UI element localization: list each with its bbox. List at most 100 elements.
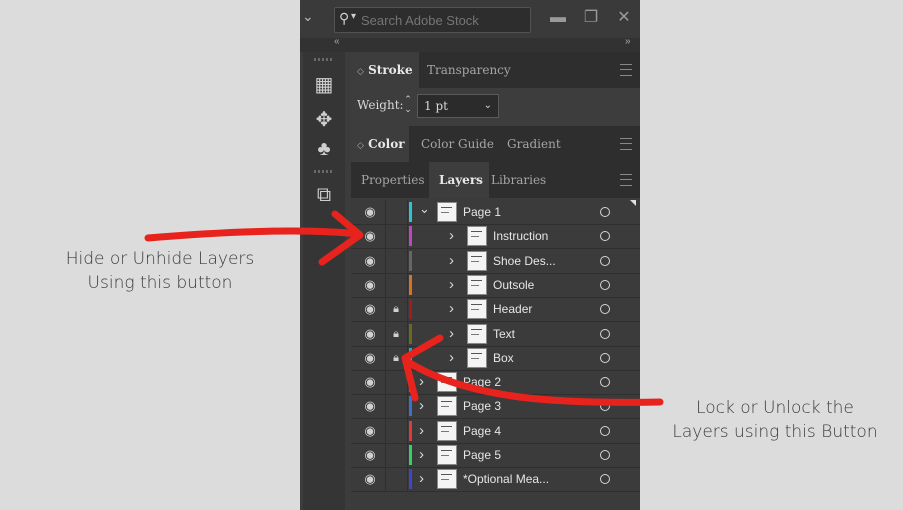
weight-stepper[interactable]: ⌃ ⌄: [402, 94, 414, 116]
chevron-down-icon[interactable]: ▾: [351, 11, 356, 22]
restore-button[interactable]: ❐: [577, 7, 605, 29]
lock-cell[interactable]: [385, 370, 408, 395]
layer-name[interactable]: Shoe Des...: [493, 254, 556, 268]
target-circle-icon[interactable]: [600, 450, 610, 460]
target-circle-icon[interactable]: [600, 304, 610, 315]
tab-color-guide[interactable]: Color Guide: [415, 126, 499, 162]
eye-icon[interactable]: ◉: [363, 399, 377, 413]
lock-cell[interactable]: [385, 200, 408, 224]
chevron-right-icon[interactable]: ›: [449, 276, 454, 293]
lock-cell[interactable]: [385, 467, 408, 492]
layer-row[interactable]: ◉ 🔒︎ › Text: [351, 321, 640, 347]
eye-icon[interactable]: ◉: [363, 302, 377, 316]
brushes-icon[interactable]: ✥: [311, 107, 337, 133]
eye-icon[interactable]: ◉: [363, 472, 377, 486]
layer-row[interactable]: ◉ ⌄ Page 1: [351, 200, 640, 225]
chevron-right-icon[interactable]: ›: [419, 373, 424, 390]
panel-menu-icon[interactable]: [620, 138, 632, 150]
drag-grip[interactable]: [314, 58, 334, 61]
visibility-cell[interactable]: ◉: [351, 467, 386, 492]
lock-cell[interactable]: [385, 443, 408, 467]
close-button[interactable]: ✕: [610, 7, 638, 29]
eye-icon[interactable]: ◉: [363, 253, 377, 268]
layer-row[interactable]: ◉ › Page 2: [351, 370, 640, 396]
chevron-down-icon[interactable]: ⌄: [419, 201, 430, 217]
eye-icon[interactable]: ◉: [363, 448, 377, 462]
target-circle-icon[interactable]: [600, 352, 610, 363]
visibility-cell[interactable]: ◉: [351, 345, 386, 370]
lock-cell[interactable]: [385, 224, 408, 249]
lock-cell[interactable]: [385, 418, 408, 443]
lock-cell[interactable]: 🔒︎: [385, 297, 408, 322]
layer-name[interactable]: Box: [493, 351, 514, 365]
lock-cell[interactable]: [385, 248, 408, 273]
layer-row[interactable]: ◉ 🔒︎ › Header: [351, 297, 640, 323]
tab-layers[interactable]: Layers: [429, 162, 489, 198]
target-circle-icon[interactable]: [600, 255, 610, 266]
layer-row[interactable]: ◉ › *Optional Mea...: [351, 467, 640, 493]
layer-name[interactable]: Instruction: [493, 229, 548, 243]
lock-cell[interactable]: 🔒︎: [385, 321, 408, 346]
layer-name[interactable]: Text: [493, 327, 515, 341]
symbols-icon[interactable]: ♣: [311, 136, 337, 162]
layer-row[interactable]: ◉ › Page 3: [351, 394, 640, 420]
lock-cell[interactable]: [385, 394, 408, 419]
tab-color[interactable]: ◇ Color: [351, 126, 409, 162]
lock-icon[interactable]: 🔒︎: [390, 302, 402, 316]
target-circle-icon[interactable]: [600, 377, 610, 388]
eye-icon[interactable]: ◉: [363, 326, 377, 341]
chevron-down-icon[interactable]: ⌄: [302, 8, 314, 25]
layer-row[interactable]: ◉ › Page 4: [351, 418, 640, 444]
layer-name[interactable]: *Optional Mea...: [463, 472, 549, 486]
lock-icon[interactable]: 🔒︎: [390, 327, 402, 341]
layer-name[interactable]: Page 4: [463, 424, 501, 438]
collapse-right-icon[interactable]: »: [625, 36, 631, 47]
visibility-cell[interactable]: ◉: [351, 418, 386, 443]
target-circle-icon[interactable]: [600, 401, 610, 412]
layer-name[interactable]: Outsole: [493, 278, 534, 292]
target-circle-icon[interactable]: [600, 279, 610, 290]
target-circle-icon[interactable]: [600, 328, 610, 339]
drag-grip[interactable]: [314, 170, 334, 173]
chevron-right-icon[interactable]: ›: [419, 470, 424, 487]
lock-icon[interactable]: 🔒︎: [390, 351, 402, 365]
target-circle-icon[interactable]: [600, 425, 610, 436]
lock-cell[interactable]: [385, 272, 408, 297]
visibility-cell[interactable]: ◉: [351, 394, 386, 419]
layer-row[interactable]: ◉ › Outsole: [351, 272, 640, 298]
visibility-cell[interactable]: ◉: [351, 200, 386, 224]
target-circle-icon[interactable]: [600, 207, 610, 217]
search-input[interactable]: [361, 11, 521, 29]
visibility-cell[interactable]: ◉: [351, 297, 386, 322]
visibility-cell[interactable]: ◉: [351, 321, 386, 346]
chevron-right-icon[interactable]: ›: [449, 252, 454, 269]
visibility-cell[interactable]: ◉: [351, 370, 386, 395]
panel-menu-icon[interactable]: [620, 174, 632, 186]
tab-libraries[interactable]: Libraries: [491, 162, 561, 198]
chevron-right-icon[interactable]: ›: [449, 325, 454, 342]
eye-icon[interactable]: ◉: [363, 423, 377, 438]
search-box[interactable]: ⚲ ▾: [334, 7, 531, 33]
layer-name[interactable]: Page 3: [463, 399, 501, 413]
layer-row[interactable]: ◉ › Instruction: [351, 224, 640, 250]
chevron-right-icon[interactable]: ›: [449, 300, 454, 317]
chevron-right-icon[interactable]: ›: [419, 446, 424, 463]
layer-name[interactable]: Page 5: [463, 448, 501, 462]
eye-icon[interactable]: ◉: [363, 375, 377, 389]
chevron-right-icon[interactable]: ›: [419, 422, 424, 439]
tab-stroke[interactable]: ◇ Stroke: [351, 52, 419, 88]
weight-select[interactable]: 1 pt ⌄: [417, 94, 499, 118]
eye-icon[interactable]: ◉: [363, 277, 377, 292]
visibility-cell[interactable]: ◉: [351, 248, 386, 273]
artboards-icon[interactable]: ⧉: [311, 182, 337, 208]
lock-cell[interactable]: 🔒︎: [385, 345, 408, 370]
visibility-cell[interactable]: ◉: [351, 443, 386, 467]
layer-row[interactable]: ◉ › Shoe Des...: [351, 248, 640, 274]
eye-icon[interactable]: ◉: [363, 350, 377, 365]
visibility-cell[interactable]: ◉: [351, 224, 386, 249]
tab-transparency[interactable]: Transparency: [419, 52, 517, 88]
tab-gradient[interactable]: Gradient: [499, 126, 573, 162]
layer-row[interactable]: ◉ 🔒︎ › Box: [351, 345, 640, 371]
minimize-button[interactable]: ▬: [544, 7, 572, 29]
panel-menu-icon[interactable]: [620, 64, 632, 76]
